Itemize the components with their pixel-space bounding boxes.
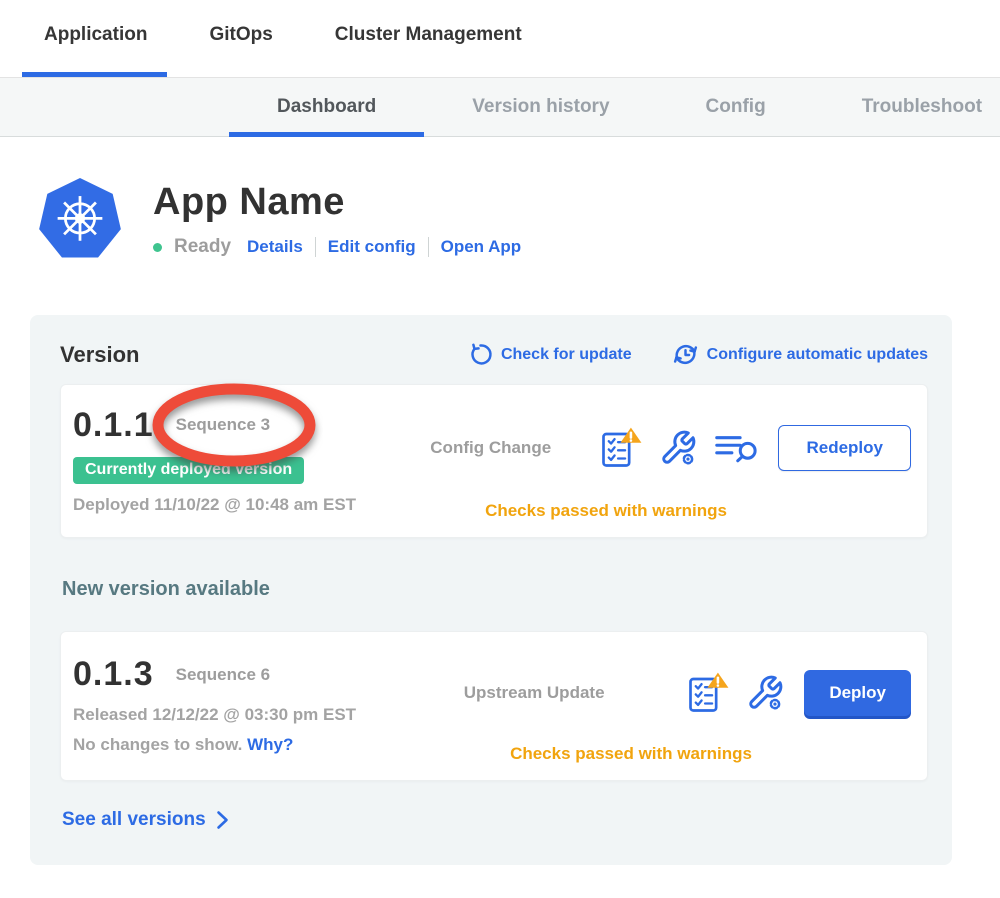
file-diff-icon[interactable] — [714, 432, 758, 464]
tab-troubleshoot[interactable]: Troubleshoot — [814, 78, 1000, 136]
preflight-checks-status[interactable]: Checks passed with warnings — [421, 501, 911, 521]
sub-nav: Dashboard Version history Config Trouble… — [0, 78, 1000, 137]
chevron-right-icon — [216, 810, 229, 830]
tab-version-history[interactable]: Version history — [424, 78, 657, 136]
released-timestamp: Released 12/12/22 @ 03:30 pm EST — [73, 705, 421, 725]
refresh-icon — [468, 342, 493, 367]
app-status: Ready — [174, 236, 231, 258]
tab-dashboard[interactable]: Dashboard — [229, 78, 424, 136]
see-all-versions-label: See all versions — [62, 809, 206, 831]
check-for-update-link[interactable]: Check for update — [468, 342, 632, 367]
version-card: Version Check for update — [30, 315, 952, 865]
tab-config[interactable]: Config — [658, 78, 814, 136]
app-status-row: Ready Details Edit config Open App — [153, 236, 521, 258]
divider — [315, 237, 316, 257]
current-version-number: 0.1.1 — [73, 406, 154, 445]
divider — [428, 237, 429, 257]
ready-status-dot-icon — [153, 243, 162, 252]
preflight-checks-status[interactable]: Checks passed with warnings — [421, 744, 911, 764]
new-version-heading: New version available — [62, 578, 928, 601]
available-version-row: 0.1.3 Sequence 6 Released 12/12/22 @ 03:… — [60, 631, 928, 781]
deploy-button[interactable]: Deploy — [804, 670, 911, 716]
current-version-sequence: Sequence 3 — [176, 415, 271, 435]
open-app-link[interactable]: Open App — [441, 237, 522, 257]
configure-automatic-updates-label: Configure automatic updates — [707, 346, 928, 364]
wrench-gear-icon[interactable] — [659, 428, 697, 468]
available-version-sequence: Sequence 6 — [176, 665, 271, 685]
preflight-checklist-icon[interactable] — [600, 427, 642, 469]
wrench-gear-icon[interactable] — [746, 673, 784, 713]
available-version-source: Upstream Update — [421, 683, 687, 703]
version-card-title: Version — [60, 342, 468, 368]
no-changes-text: No changes to show. — [73, 735, 242, 754]
app-header: App Name Ready Details Edit config Open … — [37, 177, 1000, 265]
tab-application[interactable]: Application — [44, 24, 147, 77]
details-link[interactable]: Details — [247, 237, 303, 257]
current-version-row: 0.1.1 Sequence 3 Currently deployed vers… — [60, 384, 928, 538]
redeploy-button[interactable]: Redeploy — [778, 425, 911, 471]
tab-cluster-management[interactable]: Cluster Management — [335, 24, 522, 77]
clock-refresh-icon — [672, 341, 699, 368]
available-version-number: 0.1.3 — [73, 655, 154, 694]
see-all-versions-link[interactable]: See all versions — [62, 809, 229, 831]
currently-deployed-badge: Currently deployed version — [73, 457, 304, 484]
deployed-timestamp: Deployed 11/10/22 @ 10:48 am EST — [73, 495, 421, 515]
kubernetes-logo-icon — [37, 177, 123, 265]
configure-automatic-updates-link[interactable]: Configure automatic updates — [672, 341, 928, 368]
why-link[interactable]: Why? — [247, 735, 293, 754]
check-for-update-label: Check for update — [501, 346, 632, 364]
edit-config-link[interactable]: Edit config — [328, 237, 416, 257]
page-title: App Name — [153, 181, 521, 224]
top-nav: Application GitOps Cluster Management — [0, 0, 1000, 78]
tab-gitops[interactable]: GitOps — [209, 24, 272, 77]
current-version-source: Config Change — [421, 438, 600, 458]
preflight-checklist-icon[interactable] — [687, 672, 729, 714]
